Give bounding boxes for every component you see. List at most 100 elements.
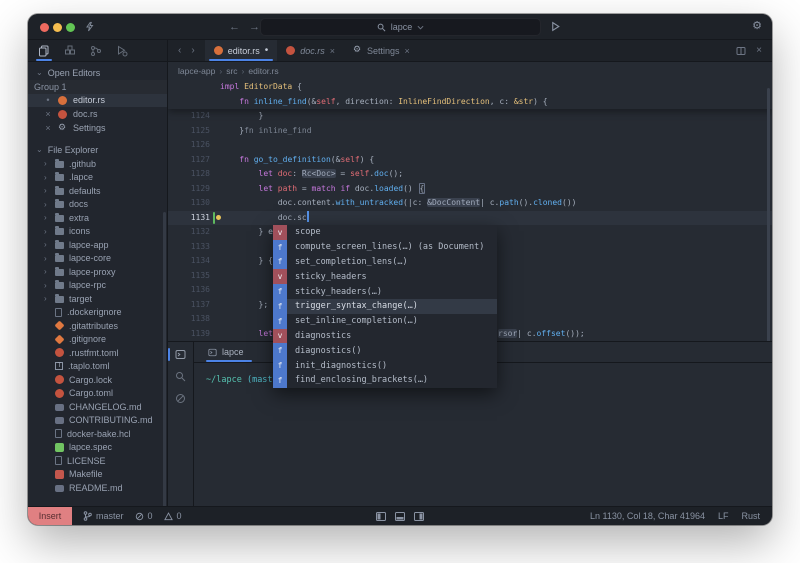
settings-gear-icon[interactable]: ⚙ [752, 19, 762, 32]
terminal-icon[interactable] [175, 349, 186, 360]
file-explorer-item[interactable]: README.md [28, 481, 167, 495]
toggle-right-panel-icon[interactable] [414, 511, 424, 521]
mode-badge[interactable]: Insert [28, 507, 72, 525]
code-line[interactable]: 1129 let path = match if doc.loaded() { [168, 182, 772, 197]
modified-dot-icon[interactable]: • [265, 45, 269, 56]
code-line[interactable]: 1125 }fn inline_find [168, 124, 772, 139]
file-explorer-item[interactable]: CONTRIBUTING.md [28, 413, 167, 427]
toggle-left-panel-icon[interactable] [376, 511, 386, 521]
plugins-icon[interactable] [64, 45, 76, 57]
gutter-space [210, 196, 220, 211]
git-branch-item[interactable]: master [83, 511, 124, 521]
tabs-forward-button[interactable]: › [191, 45, 194, 56]
file-explorer-header[interactable]: ⌄ File Explorer [28, 143, 167, 157]
sidebar-scrollbar[interactable] [163, 212, 166, 506]
modified-dot-icon[interactable]: • [44, 95, 52, 105]
file-explorer-item[interactable]: › .lapce [28, 170, 167, 184]
warnings-item[interactable]: 0 [163, 511, 182, 521]
editor-scrollbar[interactable] [767, 88, 770, 341]
file-explorer-item[interactable]: docker-bake.hcl [28, 427, 167, 441]
file-explorer-item[interactable]: Makefile [28, 467, 167, 481]
nav-back-button[interactable]: ← [229, 19, 240, 35]
completion-item[interactable]: v diagnostics [273, 328, 497, 344]
line-number: 1131 [190, 212, 210, 222]
errors-item[interactable]: 0 [135, 511, 153, 521]
code-line[interactable]: 1127 fn go_to_definition(&self) { [168, 153, 772, 168]
file-explorer-item[interactable]: .taplo.toml [28, 359, 167, 373]
file-explorer-item[interactable]: › lapce-proxy [28, 265, 167, 279]
open-editor-item[interactable]: × Settings [28, 121, 167, 135]
file-explorer-item[interactable]: › defaults [28, 184, 167, 198]
code-line[interactable]: 1126 [168, 138, 772, 153]
debug-icon[interactable] [116, 45, 128, 57]
run-button[interactable] [550, 21, 561, 32]
file-explorer-item[interactable]: › lapce-app [28, 238, 167, 252]
minimize-window-button[interactable] [53, 22, 62, 32]
toggle-bottom-panel-icon[interactable] [395, 511, 405, 521]
file-explorer-item[interactable]: › icons [28, 224, 167, 238]
nav-forward-button[interactable]: → [249, 19, 260, 35]
source-control-icon[interactable] [90, 45, 102, 57]
close-window-button[interactable] [40, 22, 49, 32]
close-item-icon[interactable]: × [44, 109, 52, 119]
close-editor-icon[interactable]: × [756, 45, 762, 56]
zoom-window-button[interactable] [66, 22, 75, 32]
file-explorer-item[interactable]: › .github [28, 157, 167, 171]
file-explorer-item[interactable]: .gitattributes [28, 319, 167, 333]
code-line[interactable]: 1130 doc.content.with_untracked(|c: &Doc… [168, 196, 772, 211]
file-explorer-item[interactable]: Cargo.toml [28, 386, 167, 400]
completion-item[interactable]: f set_inline_completion(…) [273, 313, 497, 329]
command-palette-search[interactable]: lapce [260, 18, 541, 36]
close-item-icon[interactable]: × [44, 123, 52, 133]
completion-item[interactable]: f sticky_headers(…) [273, 284, 497, 299]
file-explorer-item[interactable]: Cargo.lock [28, 373, 167, 387]
file-explorer-item[interactable]: .rustfmt.toml [28, 346, 167, 360]
completion-item[interactable]: f compute_screen_lines(…) (as Document) [273, 239, 497, 255]
file-explorer-item[interactable]: › lapce-rpc [28, 278, 167, 292]
open-editor-item[interactable]: • editor.rs [28, 93, 167, 108]
breadcrumb-part[interactable]: lapce-app [178, 66, 215, 76]
completion-item[interactable]: f trigger_syntax_change(…) [273, 298, 497, 314]
completion-item[interactable]: v sticky_headers [273, 269, 497, 285]
file-explorer-item[interactable]: LICENSE [28, 454, 167, 468]
close-tab-icon[interactable]: × [405, 46, 410, 56]
code-line[interactable]: 1128 let doc: Rc<Doc> = self.doc(); [168, 167, 772, 182]
language-mode[interactable]: Rust [741, 511, 760, 521]
cursor-position[interactable]: Ln 1130, Col 18, Char 41964 [590, 511, 705, 521]
file-explorer-item[interactable]: .dockerignore [28, 305, 167, 319]
completion-item[interactable]: v scope [273, 225, 497, 240]
open-editor-item[interactable]: × doc.rs [28, 107, 167, 121]
function-kind-icon: f [273, 313, 287, 329]
remote-connect-icon[interactable] [84, 21, 95, 32]
tabs-back-button[interactable]: ‹ [178, 45, 181, 56]
panel-search-icon[interactable] [175, 371, 186, 382]
file-explorer-item[interactable]: › lapce-core [28, 251, 167, 265]
close-tab-icon[interactable]: × [330, 46, 335, 56]
completion-item[interactable]: f find_enclosing_brackets(…) [273, 372, 497, 388]
code-line[interactable]: impl EditorData { [168, 80, 772, 95]
split-editor-icon[interactable] [736, 46, 746, 56]
completion-item[interactable]: f diagnostics() [273, 343, 497, 359]
breadcrumb-part[interactable]: editor.rs [248, 66, 278, 76]
file-explorer-item[interactable]: › target [28, 292, 167, 306]
file-explorer-item[interactable]: › docs [28, 197, 167, 211]
file-explorer-item[interactable]: lapce.spec [28, 440, 167, 454]
file-explorer-item[interactable]: .gitignore [28, 332, 167, 346]
file-explorer-item[interactable]: › extra [28, 211, 167, 225]
problems-icon[interactable] [175, 393, 186, 404]
code-line[interactable]: 1124 } [168, 109, 772, 124]
open-editors-header[interactable]: ⌄ Open Editors [28, 66, 167, 80]
file-explorer-item[interactable]: CHANGELOG.md [28, 400, 167, 414]
line-ending[interactable]: LF [718, 511, 729, 521]
completion-item[interactable]: f set_completion_lens(…) [273, 254, 497, 270]
terminal-tab[interactable]: lapce [206, 342, 260, 362]
file-explorer-icon[interactable] [38, 45, 50, 57]
code-line[interactable]: 1131 doc.sc [168, 210, 772, 225]
breadcrumb[interactable]: lapce-app › src › editor.rs [168, 62, 772, 80]
tab-Settings[interactable]: Settings × [344, 40, 419, 61]
tab-doc.rs[interactable]: doc.rs × [277, 40, 344, 61]
breadcrumb-part[interactable]: src [226, 66, 237, 76]
tab-editor.rs[interactable]: editor.rs • [204, 40, 278, 61]
completion-item[interactable]: f init_diagnostics() [273, 358, 497, 373]
code-line[interactable]: fn inline_find(&self, direction: InlineF… [168, 95, 772, 110]
